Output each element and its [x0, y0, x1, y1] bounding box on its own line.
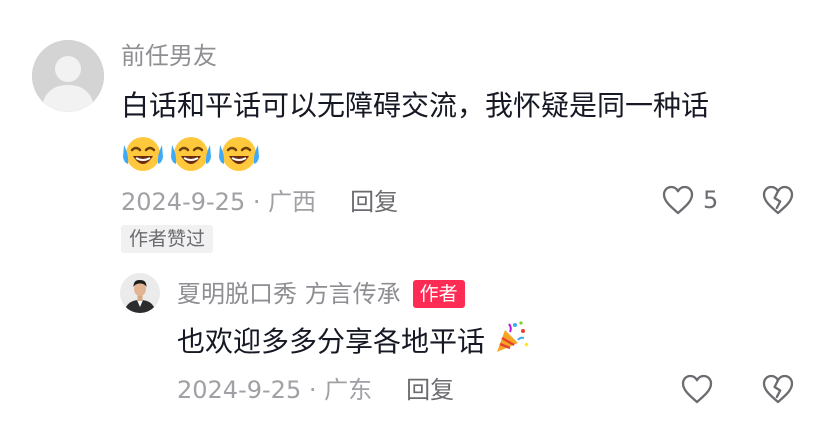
- comment-date-location: 2024-9-25 · 广西: [121, 188, 317, 216]
- broken-heart-icon: [762, 185, 794, 215]
- author-tag: 作者: [412, 280, 465, 308]
- author-liked-badge: 作者赞过: [121, 225, 214, 253]
- comment-meta: 2024-9-25 · 广西 回复: [121, 186, 398, 218]
- like-button[interactable]: [680, 373, 714, 409]
- comment-username[interactable]: 前任男友: [121, 40, 217, 72]
- reply-button[interactable]: 回复: [406, 374, 454, 406]
- party-popper-icon: [493, 319, 529, 366]
- avatar-author[interactable]: [120, 273, 160, 313]
- heart-icon: [662, 185, 694, 215]
- broken-heart-icon: [762, 374, 794, 404]
- default-user-icon: [32, 40, 104, 112]
- laugh-cry-icon: [217, 131, 261, 175]
- like-count: 5: [703, 186, 719, 214]
- emoji-row: [121, 131, 261, 175]
- dislike-button[interactable]: [761, 184, 795, 220]
- comment-thread: 前任男友 白话和平话可以无障碍交流，我怀疑是同一种话 2024-9-25 · 广…: [0, 0, 828, 422]
- laugh-cry-icon: [121, 131, 165, 175]
- laugh-cry-icon: [169, 131, 213, 175]
- reply-text: 也欢迎多多分享各地平话: [177, 325, 486, 358]
- reply-button[interactable]: 回复: [350, 186, 398, 218]
- reply-text-row: 也欢迎多多分享各地平话: [177, 320, 529, 362]
- author-avatar-image: [120, 273, 160, 313]
- reply-meta: 2024-9-25 · 广东 回复: [177, 374, 454, 406]
- reply-date-location: 2024-9-25 · 广东: [177, 376, 373, 404]
- avatar-default[interactable]: [32, 40, 104, 112]
- dislike-button[interactable]: [761, 373, 795, 409]
- heart-icon: [681, 374, 713, 404]
- like-button[interactable]: 5: [661, 184, 718, 216]
- reply-header: 夏明脱口秀 方言传承 作者: [177, 278, 465, 310]
- reply-username[interactable]: 夏明脱口秀 方言传承: [177, 278, 401, 310]
- comment-text: 白话和平话可以无障碍交流，我怀疑是同一种话: [121, 89, 710, 122]
